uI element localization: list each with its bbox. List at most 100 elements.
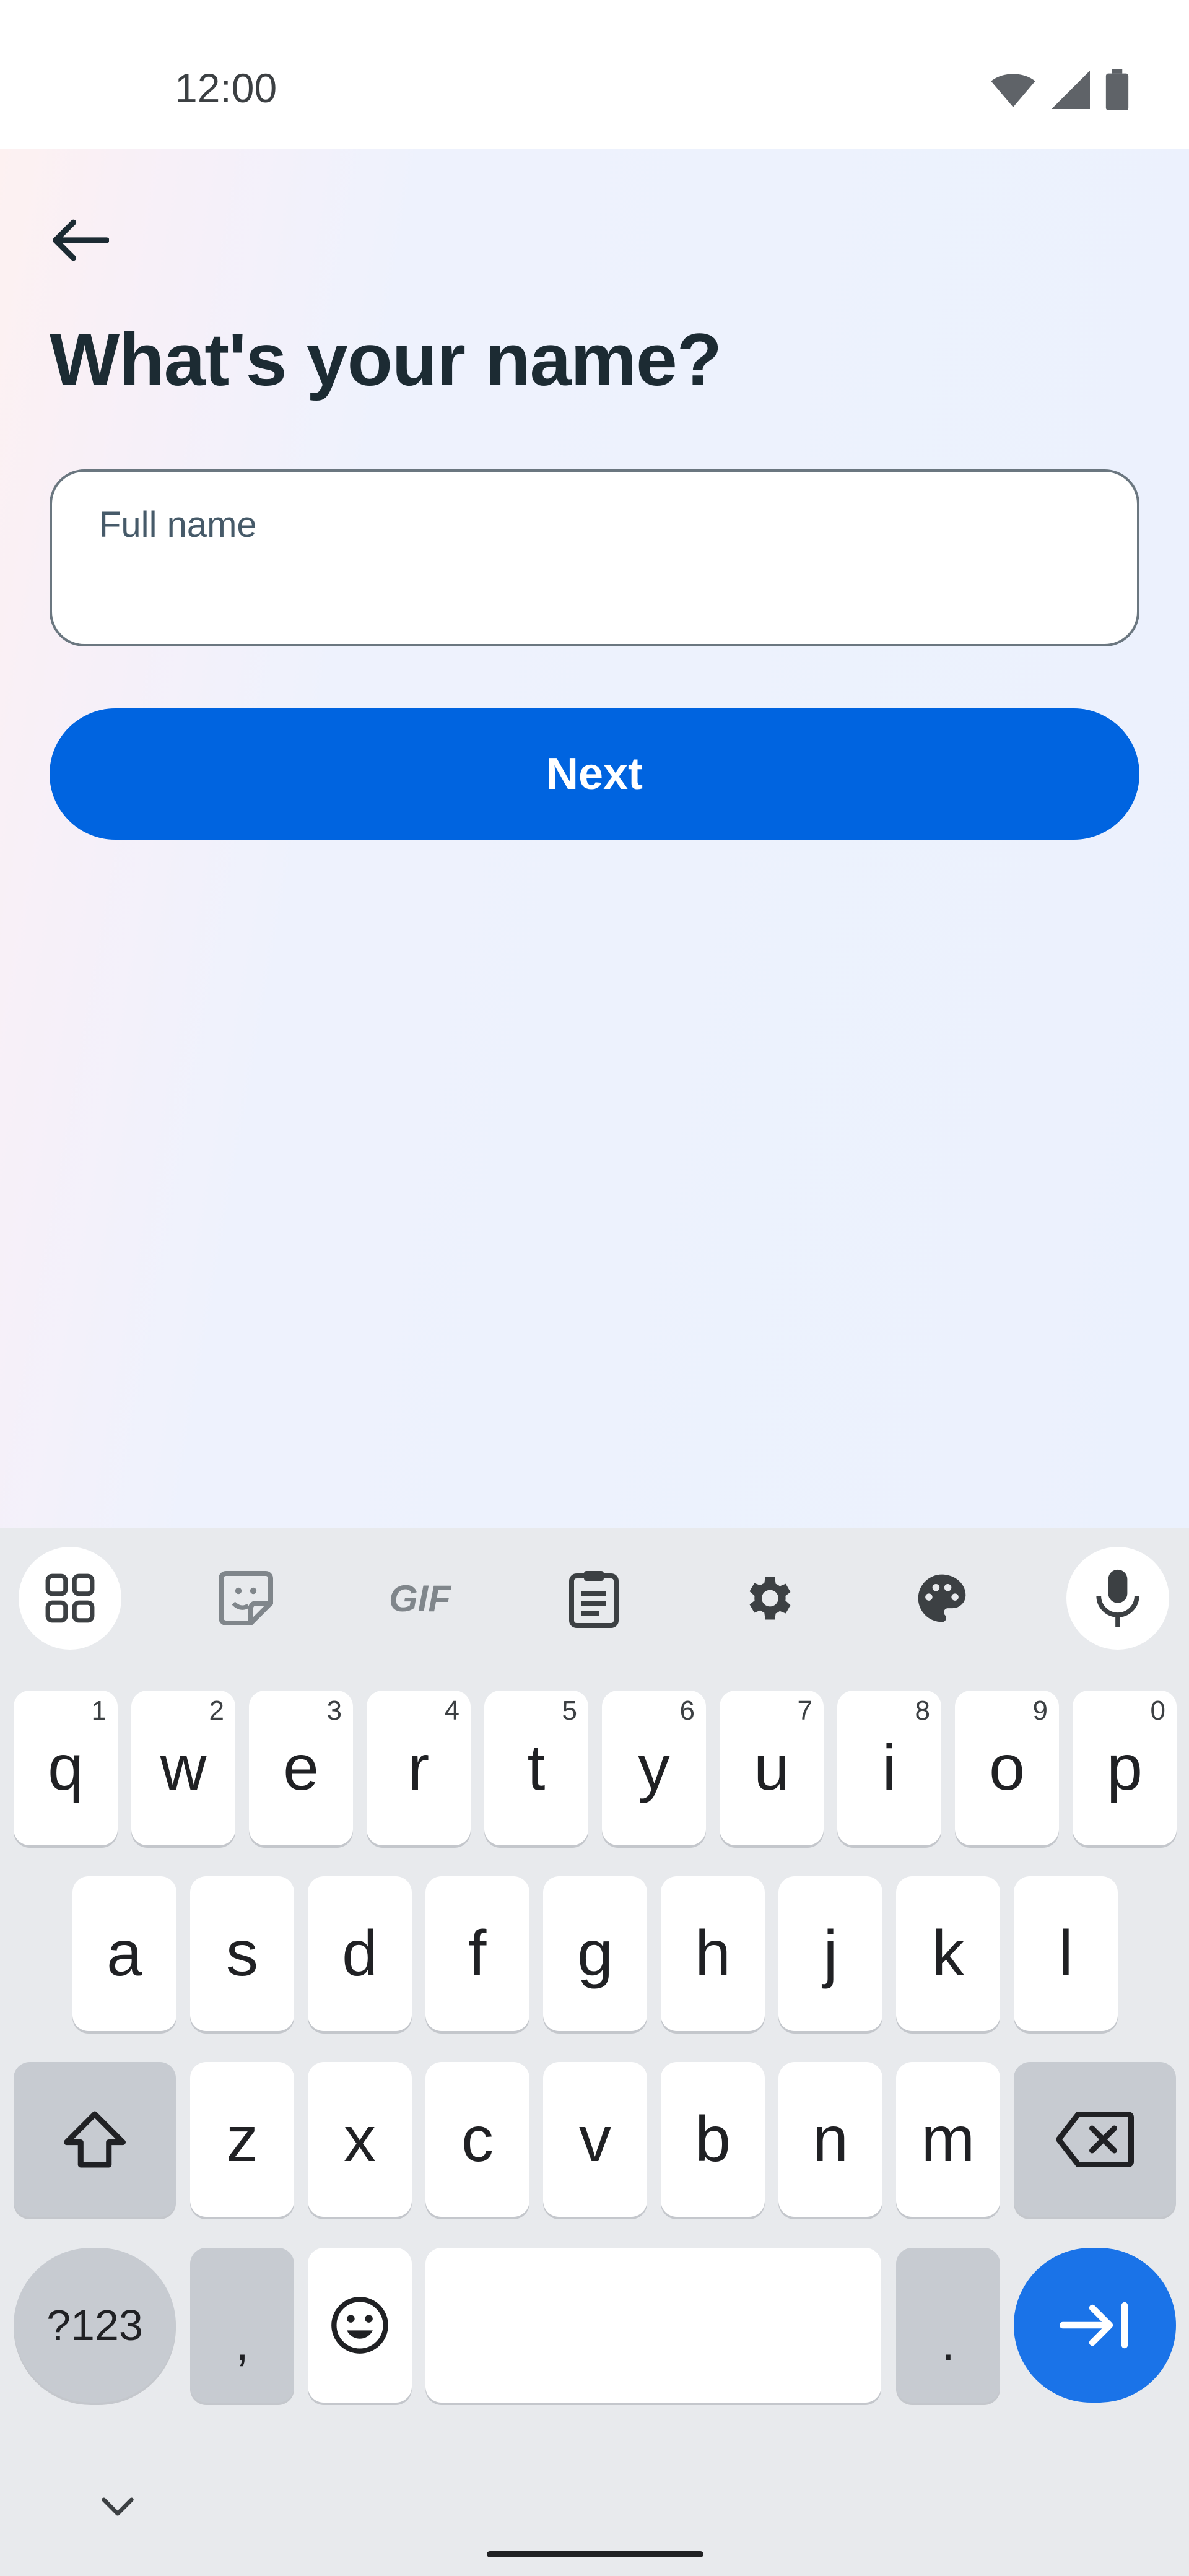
settings-button[interactable] bbox=[716, 1547, 819, 1650]
key-w[interactable]: w2 bbox=[131, 1690, 235, 1845]
emoji-key[interactable] bbox=[308, 2248, 412, 2403]
mic-icon bbox=[1096, 1569, 1139, 1627]
key-a[interactable]: a bbox=[72, 1876, 176, 2031]
key-label: f bbox=[468, 1917, 487, 1990]
clipboard-icon bbox=[569, 1571, 619, 1628]
key-q[interactable]: q1 bbox=[14, 1690, 118, 1845]
key-label: v bbox=[579, 2103, 611, 2175]
key-label: k bbox=[932, 1917, 964, 1990]
cellular-icon bbox=[1052, 71, 1090, 109]
apps-grid-icon bbox=[45, 1573, 95, 1623]
key-label: l bbox=[1058, 1917, 1073, 1990]
key-b[interactable]: b bbox=[661, 2062, 765, 2217]
key-label: n bbox=[812, 2103, 848, 2175]
key-hint: 9 bbox=[1032, 1695, 1048, 1726]
space-key[interactable] bbox=[425, 2248, 881, 2403]
gif-label: GIF bbox=[389, 1577, 451, 1619]
key-k[interactable]: k bbox=[896, 1876, 1000, 2031]
key-e[interactable]: e3 bbox=[249, 1690, 353, 1845]
shift-icon bbox=[64, 2111, 126, 2168]
key-label: x bbox=[344, 2103, 376, 2175]
backspace-key[interactable] bbox=[1014, 2062, 1176, 2217]
name-screen: What's your name? Full name Next bbox=[0, 149, 1189, 1528]
status-bar: 12:00 bbox=[0, 0, 1189, 149]
key-label: t bbox=[527, 1731, 546, 1804]
arrow-left-icon bbox=[53, 219, 109, 261]
tab-arrow-icon bbox=[1060, 2302, 1128, 2349]
key-hint: 4 bbox=[444, 1695, 459, 1726]
status-icons bbox=[990, 69, 1130, 110]
key-hint: 5 bbox=[562, 1695, 577, 1726]
key-o[interactable]: o9 bbox=[955, 1690, 1059, 1845]
key-hint: 8 bbox=[915, 1695, 930, 1726]
key-label: g bbox=[577, 1917, 613, 1990]
key-label: a bbox=[107, 1917, 142, 1990]
hide-keyboard-button[interactable] bbox=[87, 2476, 149, 2538]
keyboard-toolbar: GIF bbox=[0, 1528, 1189, 1671]
key-label: , bbox=[235, 2315, 250, 2370]
key-x[interactable]: x bbox=[308, 2062, 412, 2217]
key-d[interactable]: d bbox=[308, 1876, 412, 2031]
key-c[interactable]: c bbox=[425, 2062, 529, 2217]
key-label: z bbox=[226, 2103, 258, 2175]
key-label: ?123 bbox=[46, 2301, 143, 2349]
key-g[interactable]: g bbox=[543, 1876, 647, 2031]
key-label: w bbox=[160, 1731, 207, 1804]
key-v[interactable]: v bbox=[543, 2062, 647, 2217]
home-indicator[interactable] bbox=[487, 2551, 703, 2557]
backspace-icon bbox=[1056, 2112, 1134, 2167]
key-n[interactable]: n bbox=[778, 2062, 882, 2217]
keyboard: GIF q 1 w 2 e 3 r 4 t 5 y 6 u 7 i 8 o 9 … bbox=[0, 1528, 1189, 2576]
comma-key[interactable]: , bbox=[190, 2248, 294, 2403]
next-field-key[interactable] bbox=[1014, 2248, 1176, 2403]
page-title: What's your name? bbox=[50, 318, 722, 401]
key-label: u bbox=[754, 1731, 790, 1804]
symbols-key[interactable]: ?123 bbox=[14, 2248, 176, 2403]
shift-key[interactable] bbox=[14, 2062, 176, 2217]
key-label: p bbox=[1107, 1731, 1143, 1804]
key-label: . bbox=[941, 2315, 956, 2370]
emoji-icon bbox=[331, 2297, 388, 2354]
key-label: q bbox=[48, 1731, 84, 1804]
key-y[interactable]: y6 bbox=[602, 1690, 706, 1845]
key-l[interactable]: l bbox=[1014, 1876, 1118, 2031]
key-j[interactable]: j bbox=[778, 1876, 882, 2031]
key-label: c bbox=[461, 2103, 494, 2175]
key-label: y bbox=[638, 1731, 670, 1804]
key-r[interactable]: r4 bbox=[367, 1690, 471, 1845]
key-hint: 1 bbox=[91, 1695, 107, 1726]
battery-icon bbox=[1105, 69, 1129, 110]
theme-button[interactable] bbox=[891, 1547, 993, 1650]
full-name-input[interactable] bbox=[99, 559, 1090, 618]
key-f[interactable]: f bbox=[425, 1876, 529, 2031]
key-t[interactable]: t5 bbox=[484, 1690, 588, 1845]
key-label: b bbox=[695, 2103, 731, 2175]
key-m[interactable]: m bbox=[896, 2062, 1000, 2217]
status-time: 12:00 bbox=[175, 65, 277, 111]
next-button[interactable]: Next bbox=[50, 708, 1139, 840]
wifi-icon bbox=[991, 74, 1035, 107]
key-label: i bbox=[882, 1731, 897, 1804]
key-hint: 2 bbox=[209, 1695, 224, 1726]
back-button[interactable] bbox=[45, 204, 116, 276]
sticker-icon bbox=[219, 1571, 273, 1625]
full-name-field[interactable]: Full name bbox=[50, 469, 1139, 646]
gif-button[interactable]: GIF bbox=[368, 1547, 471, 1650]
key-hint: 7 bbox=[797, 1695, 812, 1726]
key-p[interactable]: p0 bbox=[1073, 1690, 1177, 1845]
key-label: h bbox=[695, 1917, 731, 1990]
apps-grid-button[interactable] bbox=[19, 1547, 121, 1650]
key-s[interactable]: s bbox=[190, 1876, 294, 2031]
sticker-button[interactable] bbox=[194, 1547, 297, 1650]
voice-input-button[interactable] bbox=[1066, 1547, 1169, 1650]
clipboard-button[interactable] bbox=[542, 1547, 645, 1650]
gear-icon bbox=[749, 1577, 791, 1620]
key-label: e bbox=[283, 1731, 319, 1804]
key-u[interactable]: u7 bbox=[720, 1690, 824, 1845]
key-i[interactable]: i8 bbox=[837, 1690, 941, 1845]
key-label: s bbox=[226, 1917, 258, 1990]
key-z[interactable]: z bbox=[190, 2062, 294, 2217]
key-h[interactable]: h bbox=[661, 1876, 765, 2031]
period-key[interactable]: . bbox=[896, 2248, 1000, 2403]
key-label: r bbox=[407, 1731, 430, 1804]
